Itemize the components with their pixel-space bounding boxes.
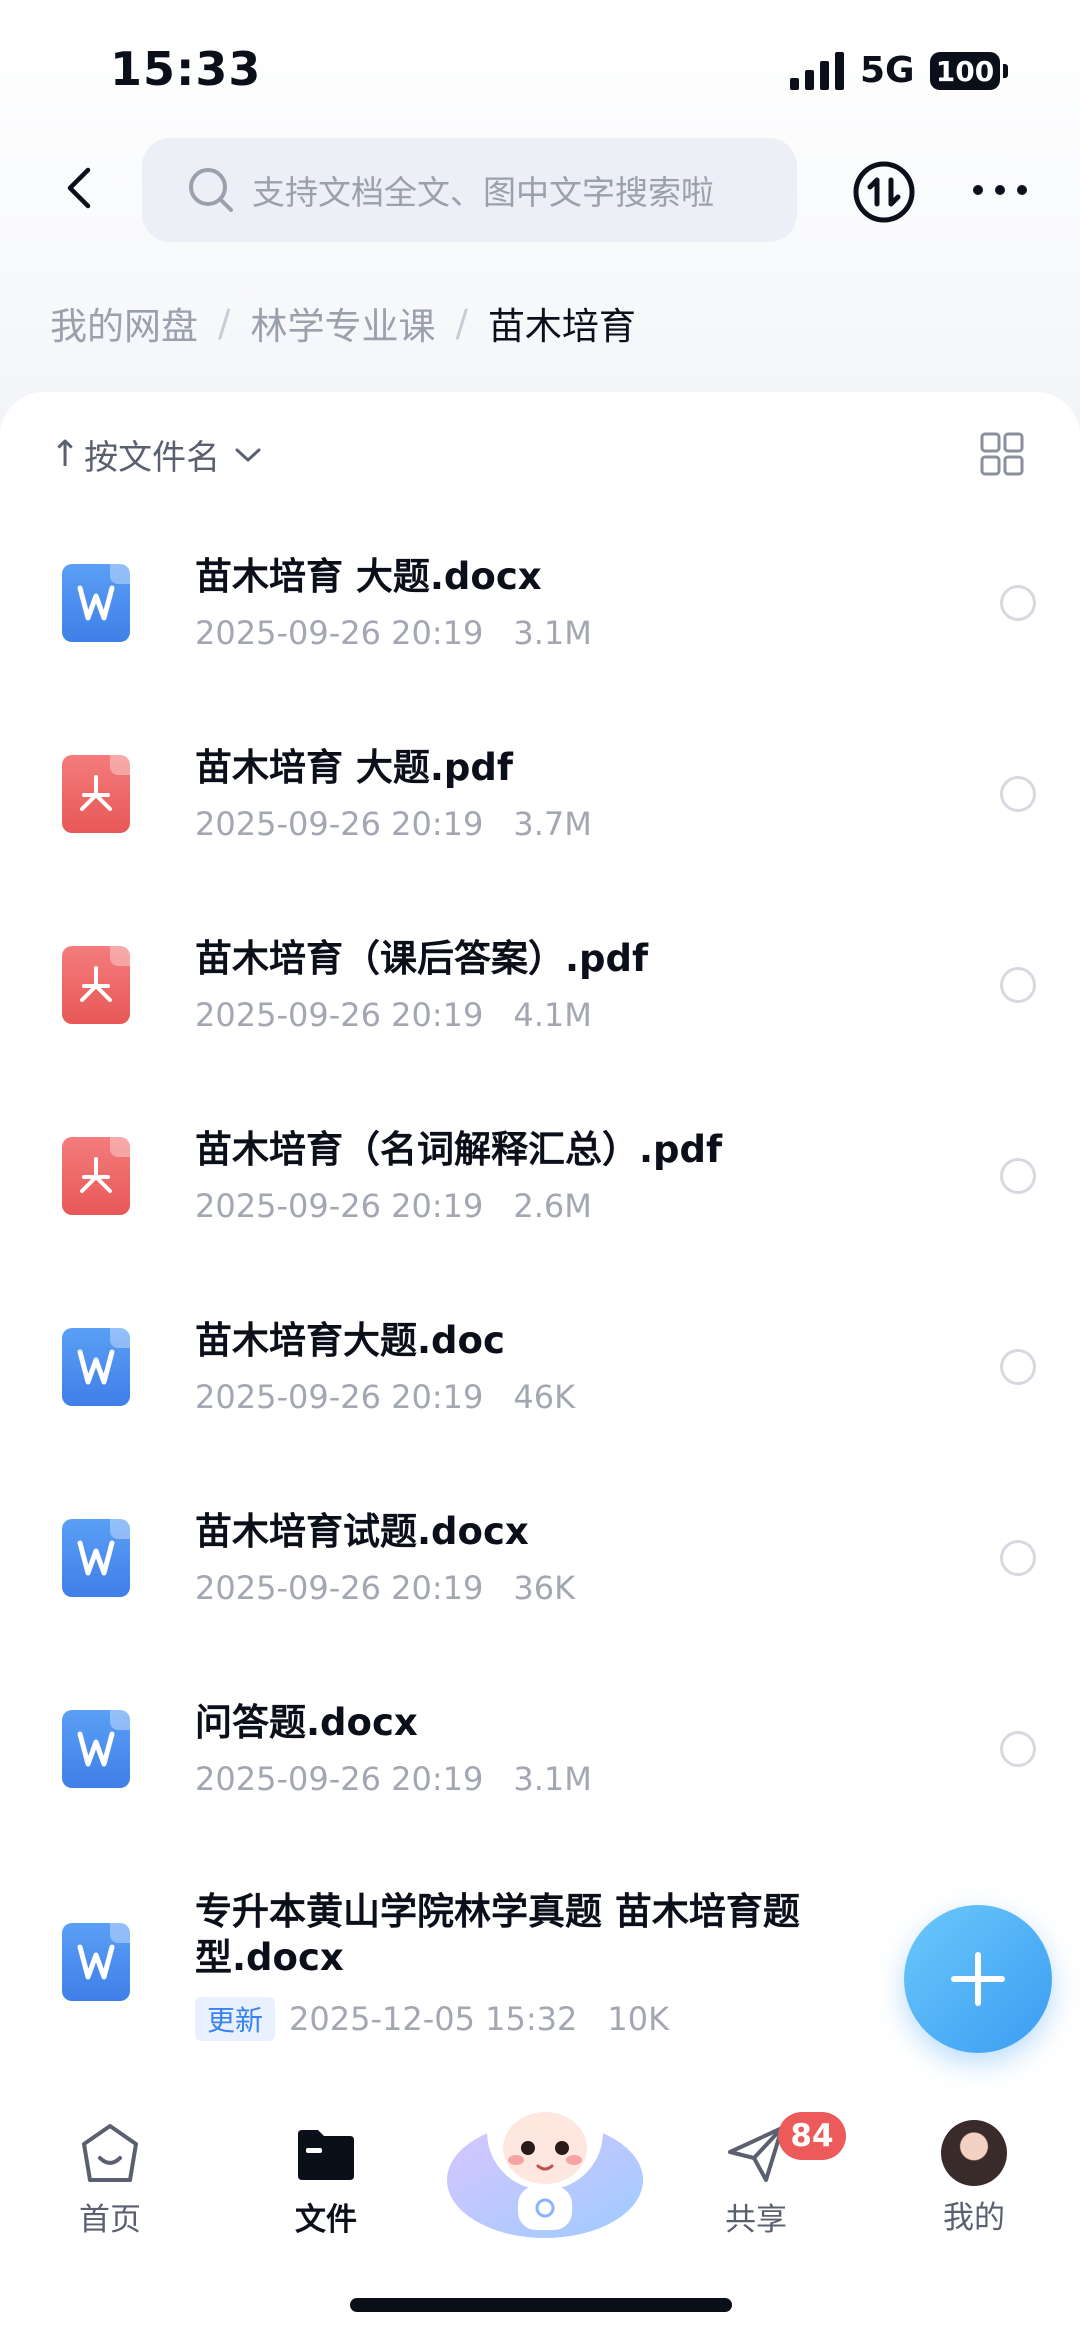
select-checkbox[interactable] [1000, 1158, 1036, 1194]
status-bar: 15:33 5G 100 [0, 0, 1080, 130]
share-count-badge: 84 [778, 2112, 846, 2160]
word-file-icon [62, 564, 130, 642]
nav-label-files: 文件 [295, 2202, 357, 2238]
select-checkbox[interactable] [1000, 1731, 1036, 1767]
file-size: 2.6M [513, 1187, 592, 1225]
list-item[interactable]: 苗木培育（名词解释汇总）.pdf 2025-09-26 20:19 2.6M [0, 1113, 1080, 1303]
file-meta: 2025-09-26 20:19 4.1M [195, 996, 592, 1034]
file-meta: 更新 2025-12-05 15:32 10K [195, 1997, 669, 2041]
file-date: 2025-12-05 15:32 [289, 2000, 578, 2038]
file-meta: 2025-09-26 20:19 2.6M [195, 1187, 592, 1225]
nav-label-home: 首页 [79, 2202, 141, 2238]
search-placeholder: 支持文档全文、图中文字搜索啦 [252, 173, 714, 212]
mascot-icon[interactable] [440, 2062, 650, 2242]
select-checkbox[interactable] [1000, 1540, 1036, 1576]
nav-item-files[interactable]: 文件 [246, 2120, 406, 2239]
select-checkbox[interactable] [1000, 585, 1036, 621]
breadcrumb-item-root[interactable]: 我的网盘 [50, 296, 198, 350]
pdf-file-icon [62, 755, 130, 833]
file-name: 苗木培育 大题.docx [195, 555, 542, 598]
nav-label-share: 共享 [725, 2202, 787, 2238]
breadcrumb-item-folder[interactable]: 林学专业课 [250, 296, 435, 350]
battery-level: 100 [935, 54, 995, 88]
nav-item-home[interactable]: 首页 [30, 2120, 190, 2239]
breadcrumb-separator: / [455, 301, 468, 345]
back-icon[interactable] [50, 158, 110, 218]
update-badge: 更新 [195, 1997, 276, 2041]
sort-arrow-icon: ↑ [50, 434, 81, 475]
status-time: 15:33 [110, 42, 262, 96]
list-item[interactable]: 苗木培育大题.doc 2025-09-26 20:19 46K [0, 1304, 1080, 1494]
file-meta: 2025-09-26 20:19 36K [195, 1569, 575, 1607]
breadcrumb-separator: / [218, 301, 231, 345]
word-file-icon [62, 1519, 130, 1597]
search-icon [189, 168, 233, 212]
add-button[interactable] [904, 1905, 1052, 2053]
word-file-icon [62, 1710, 130, 1788]
breadcrumb: 我的网盘 / 林学专业课 / 苗木培育 [50, 296, 636, 350]
file-date: 2025-09-26 20:19 [195, 1378, 484, 1416]
file-name: 苗木培育大题.doc [195, 1319, 505, 1362]
folder-icon [298, 2130, 354, 2180]
file-size: 10K [607, 2000, 670, 2038]
file-size: 3.7M [513, 805, 592, 843]
home-indicator [350, 2298, 732, 2312]
select-checkbox[interactable] [1000, 967, 1036, 1003]
file-size: 36K [513, 1569, 576, 1607]
list-item[interactable]: 苗木培育试题.docx 2025-09-26 20:19 36K [0, 1495, 1080, 1685]
file-name: 问答题.docx [195, 1701, 418, 1744]
nav-label-mine: 我的 [943, 2200, 1005, 2236]
file-date: 2025-09-26 20:19 [195, 614, 484, 652]
file-meta: 2025-09-26 20:19 3.7M [195, 805, 592, 843]
word-file-icon [62, 1923, 130, 2001]
file-size: 4.1M [513, 996, 592, 1034]
file-meta: 2025-09-26 20:19 46K [195, 1378, 575, 1416]
list-item[interactable]: 苗木培育（课后答案）.pdf 2025-09-26 20:19 4.1M [0, 922, 1080, 1112]
chevron-down-icon [235, 448, 261, 461]
file-size: 3.1M [513, 614, 592, 652]
home-icon [82, 2124, 138, 2182]
file-date: 2025-09-26 20:19 [195, 1569, 484, 1607]
nav-item-mine[interactable]: 我的 [894, 2120, 1054, 2237]
file-size: 3.1M [513, 1760, 592, 1798]
file-size: 46K [513, 1378, 576, 1416]
file-name: 苗木培育（课后答案）.pdf [195, 937, 649, 980]
breadcrumb-item-current: 苗木培育 [487, 305, 636, 348]
network-type: 5G [860, 50, 915, 91]
pdf-file-icon [62, 1137, 130, 1215]
battery-icon: 100 [930, 52, 1008, 90]
plus-icon [951, 1952, 1005, 2006]
select-checkbox[interactable] [1000, 1349, 1036, 1385]
file-name: 苗木培育（名词解释汇总）.pdf [195, 1128, 723, 1171]
signal-icon [790, 52, 844, 90]
file-name: 苗木培育试题.docx [195, 1510, 529, 1553]
file-date: 2025-09-26 20:19 [195, 996, 484, 1034]
more-icon[interactable] [970, 170, 1030, 210]
transfer-icon[interactable] [852, 160, 916, 224]
list-item[interactable]: 问答题.docx 2025-09-26 20:19 3.1M [0, 1686, 1080, 1876]
file-date: 2025-09-26 20:19 [195, 1760, 484, 1798]
list-item[interactable]: 苗木培育 大题.pdf 2025-09-26 20:19 3.7M [0, 731, 1080, 921]
file-meta: 2025-09-26 20:19 3.1M [195, 614, 592, 652]
file-meta: 2025-09-26 20:19 3.1M [195, 1760, 592, 1798]
avatar [941, 2120, 1007, 2186]
file-date: 2025-09-26 20:19 [195, 1187, 484, 1225]
file-name: 苗木培育 大题.pdf [195, 746, 514, 789]
select-checkbox[interactable] [1000, 776, 1036, 812]
file-date: 2025-09-26 20:19 [195, 805, 484, 843]
grid-view-icon[interactable] [980, 432, 1024, 476]
word-file-icon [62, 1328, 130, 1406]
search-input[interactable]: 支持文档全文、图中文字搜索啦 [142, 138, 797, 242]
file-name: 专升本黄山学院林学真题 苗木培育题型.docx [195, 1890, 800, 1979]
sort-label: 按文件名 [84, 438, 221, 478]
pdf-file-icon [62, 946, 130, 1024]
sort-button[interactable]: ↑ 按文件名 [50, 430, 262, 479]
list-item[interactable]: 苗木培育 大题.docx 2025-09-26 20:19 3.1M [0, 540, 1080, 730]
